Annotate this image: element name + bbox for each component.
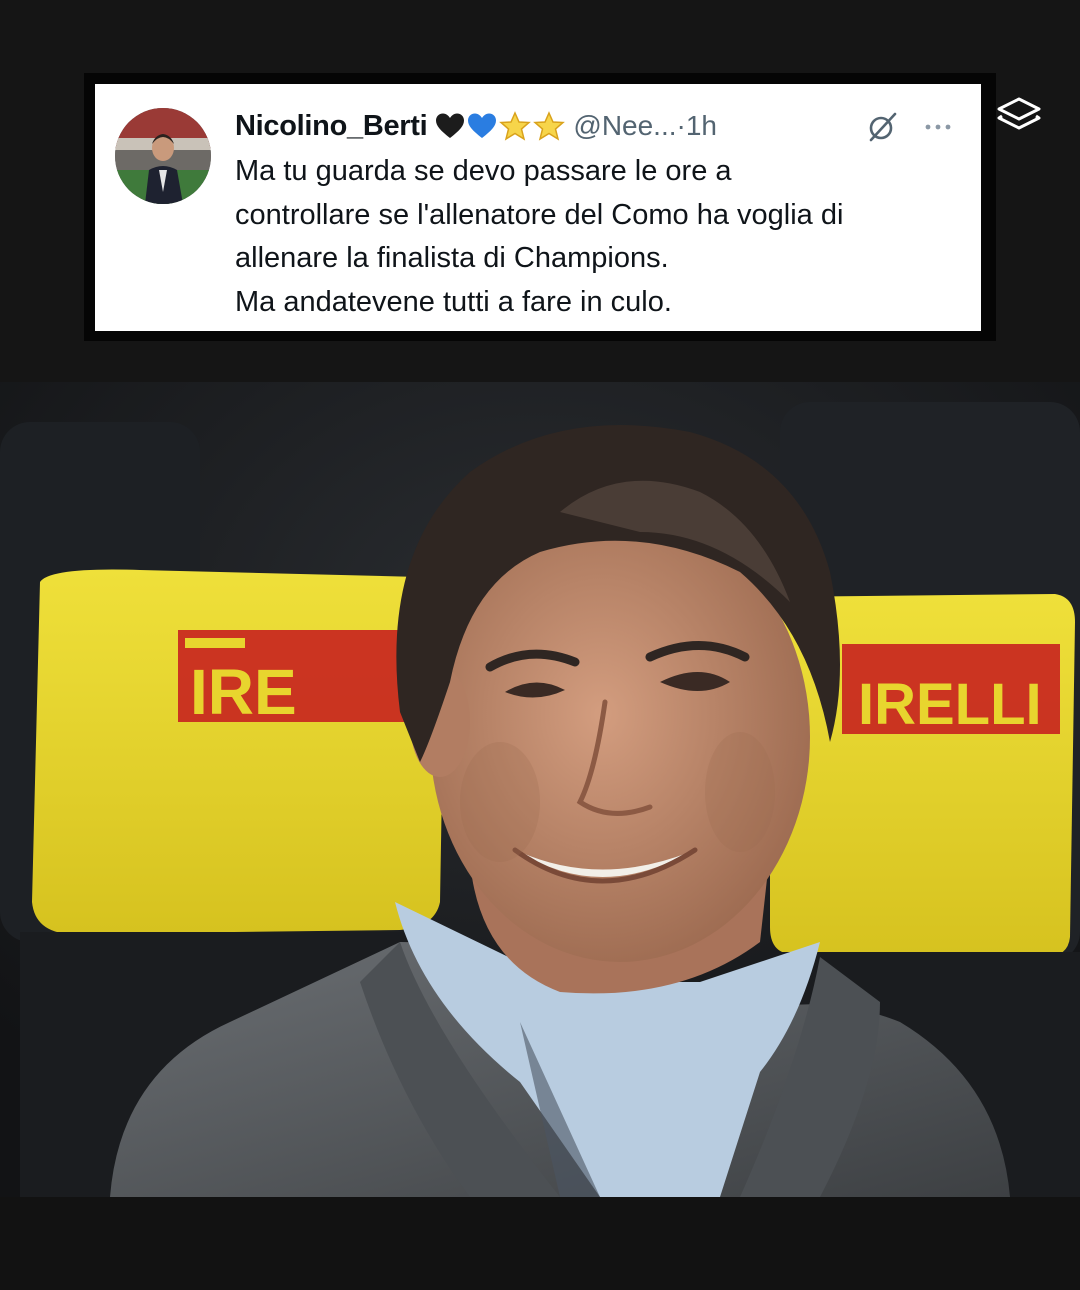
tweet-card[interactable]: Nicolino_Berti @Nee... · 1h Ma tu guarda…	[95, 84, 981, 331]
tweet-text-line: controllare se l'allenatore del Como ha …	[235, 198, 844, 231]
screen: Nicolino_Berti @Nee... · 1h Ma tu guarda…	[0, 0, 1080, 1290]
star-icon	[533, 111, 566, 141]
pirelli-logo-right: IRELLI	[842, 644, 1060, 737]
black-heart-icon	[436, 113, 465, 138]
separator: ·	[676, 110, 686, 141]
timestamp[interactable]: 1h	[686, 110, 717, 142]
avatar-image	[115, 108, 211, 204]
more-dots-icon[interactable]	[921, 112, 955, 142]
star-icon	[499, 111, 532, 141]
blue-heart-icon	[468, 113, 497, 138]
tweet-text: Ma tu guarda se devo passare le ore a co…	[235, 150, 965, 324]
seat-brand-left: IRE	[190, 656, 297, 728]
tweet-text-line: allenare la finalista di Champions.	[235, 242, 669, 274]
tweet-text-line: Ma tu guarda se devo passare le ore a	[235, 155, 732, 187]
bottom-background	[0, 1197, 1080, 1290]
avatar[interactable]	[115, 108, 211, 204]
tweet-text-line: Ma andatevene tutti a fare in culo.	[235, 285, 672, 318]
display-name[interactable]: Nicolino_Berti	[235, 110, 428, 143]
pirelli-logo-left: IRE	[178, 630, 408, 728]
tweet-header: Nicolino_Berti @Nee... · 1h	[235, 106, 717, 146]
handle[interactable]: @Nee...	[573, 110, 676, 142]
photo-image: IRE IRELLI	[0, 382, 1080, 1197]
emoji-badges	[435, 111, 566, 141]
photo: IRE IRELLI	[0, 382, 1080, 1197]
layers-icon[interactable]	[994, 95, 1044, 137]
seat-brand-right: IRELLI	[858, 672, 1042, 737]
grok-icon[interactable]	[865, 110, 899, 144]
